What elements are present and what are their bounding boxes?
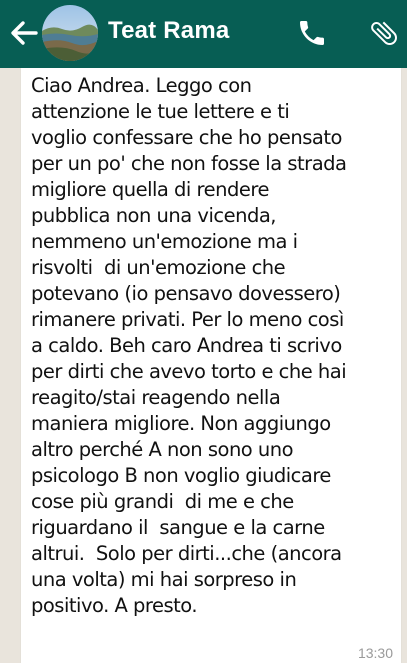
message-text: Ciao Andrea. Leggo con attenzione le tue…	[31, 74, 347, 617]
message-bubble[interactable]: Ciao Andrea. Leggo con attenzione le tue…	[21, 68, 401, 663]
phone-icon	[300, 21, 324, 45]
chat-header: Teat Rama	[0, 0, 407, 68]
message-timestamp: 13:30	[357, 645, 393, 661]
attach-button[interactable]	[368, 16, 400, 50]
contact-avatar[interactable]	[42, 5, 98, 61]
contact-name[interactable]: Teat Rama	[108, 17, 229, 45]
landscape-avatar	[42, 5, 98, 61]
back-button[interactable]	[8, 17, 40, 49]
voice-call-button[interactable]	[296, 17, 328, 49]
arrow-left-icon	[11, 21, 38, 45]
chat-area[interactable]: Ciao Andrea. Leggo con attenzione le tue…	[0, 68, 407, 663]
paperclip-icon	[371, 21, 397, 46]
